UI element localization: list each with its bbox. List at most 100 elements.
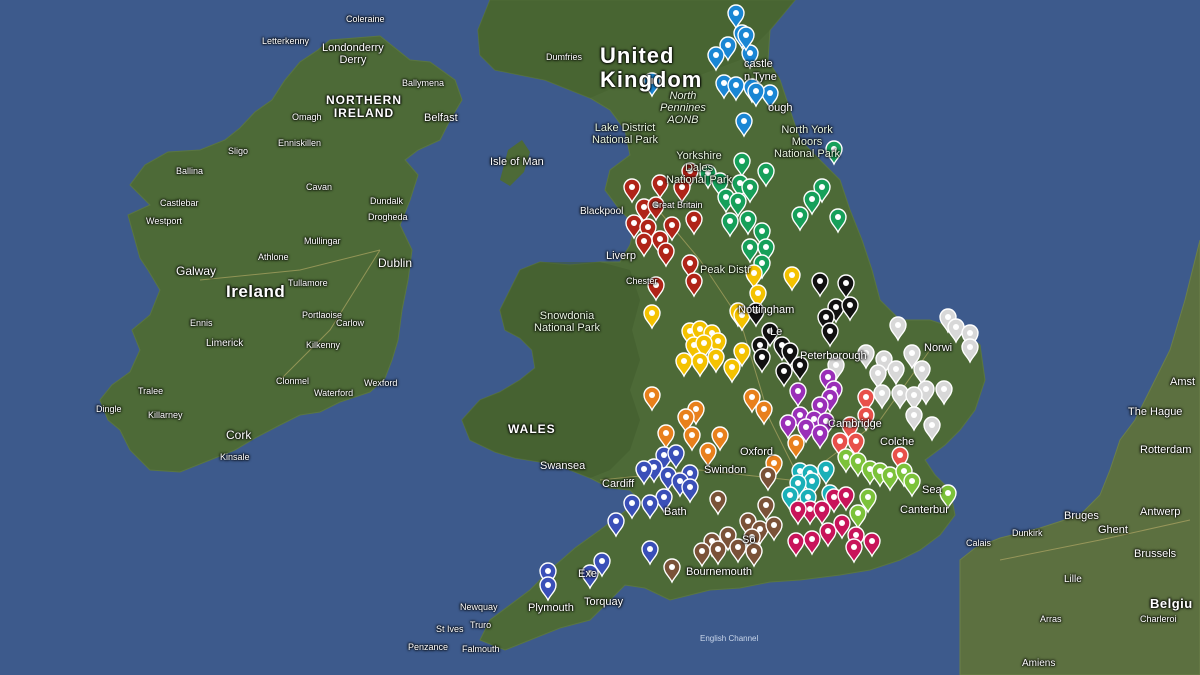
label-blackpool: Blackpool [580,206,624,217]
map-view[interactable]: United Kingdom Ireland WALES NORTHERN IR… [0,0,1200,675]
label-bournemouth: Bournemouth [686,566,753,578]
label-dingle: Dingle [96,404,122,414]
map-pin-east-white[interactable] [889,316,907,342]
map-pin-yorkshire-green[interactable] [721,212,739,238]
map-pin-brown[interactable] [745,542,763,568]
map-pin-light-green[interactable] [849,504,867,530]
map-pin-magenta[interactable] [837,486,855,512]
map-pin-brown[interactable] [709,540,727,566]
map-pin-north-west-red[interactable] [685,272,703,298]
map-pin-navy-blue[interactable] [635,460,653,486]
map-pin-purple[interactable] [789,382,807,408]
map-pin-light-green[interactable] [903,472,921,498]
label-cambridge: Cambridge [828,418,882,430]
map-pin-navy-blue[interactable] [641,540,659,566]
map-pin-north-west-red[interactable] [657,242,675,268]
map-pin-magenta[interactable] [819,522,837,548]
map-pin-north-yellow[interactable] [783,266,801,292]
map-pin-brown[interactable] [709,490,727,516]
label-amsterdam: Amst [1170,376,1196,388]
map-pin-east-midlands-black[interactable] [841,296,859,322]
map-pin-east-midlands-black[interactable] [753,348,771,374]
map-pin-north-west-red[interactable] [623,178,641,204]
map-pin-navy-blue[interactable] [667,444,685,470]
label-middlesbrough: ough [768,102,793,114]
label-newquay: Newquay [460,602,498,612]
map-pin-north-east-blue[interactable] [727,76,745,102]
map-pin-yorkshire-green[interactable] [791,206,809,232]
map-pin-north-east-blue[interactable] [747,82,765,108]
map-pin-purple[interactable] [811,424,829,450]
map-pin-east-white[interactable] [905,406,923,432]
label-athlone: Athlone [258,252,289,262]
map-pin-magenta[interactable] [803,530,821,556]
map-pin-north-yellow[interactable] [675,352,693,378]
label-newcastle: castle n Tyne [744,58,777,83]
map-pin-north-yellow[interactable] [691,352,709,378]
map-pin-navy-blue[interactable] [623,494,641,520]
label-bath: Bath [664,506,687,518]
map-pin-magenta[interactable] [787,532,805,558]
map-pin-east-white[interactable] [947,318,965,344]
map-pin-brown[interactable] [663,558,681,584]
map-pin-east-white[interactable] [873,384,891,410]
label-kinsale: Kinsale [220,452,250,462]
map-pin-magenta[interactable] [789,500,807,526]
map-pin-navy-blue[interactable] [641,494,659,520]
label-dublin: Dublin [378,256,413,270]
label-ghent: Ghent [1098,524,1128,536]
label-londonderry: Londonderry Derry [322,42,384,66]
map-pin-orange[interactable] [699,442,717,468]
label-penzance: Penzance [408,642,449,652]
map-pin-orange[interactable] [755,400,773,426]
map-pin-east-midlands-black[interactable] [837,274,855,300]
label-cardiff: Cardiff [602,478,635,490]
label-castlebar: Castlebar [160,198,199,208]
map-pin-yorkshire-green[interactable] [733,152,751,178]
map-pin-orange[interactable] [787,434,805,460]
label-ireland: Ireland [226,282,286,301]
map-pin-east-white[interactable] [935,380,953,406]
label-great-britain: Great Britain [652,200,703,210]
map-pin-orange[interactable] [683,426,701,452]
map-pin-magenta[interactable] [863,532,881,558]
map-pin-north-west-red[interactable] [685,210,703,236]
map-pin-east-white[interactable] [923,416,941,442]
label-plymouth: Plymouth [528,602,574,614]
map-pin-purple[interactable] [779,414,797,440]
map-pin-yorkshire-green[interactable] [829,208,847,234]
map-pin-brown[interactable] [757,496,775,522]
map-pin-north-east-blue[interactable] [707,46,725,72]
map-pin-brown[interactable] [693,542,711,568]
map-pin-yorkshire-green[interactable] [757,162,775,188]
map-pin-brown[interactable] [759,466,777,492]
map-pin-magenta[interactable] [845,538,863,564]
pins-layer [539,4,979,602]
label-belfast: Belfast [424,112,458,124]
label-mullingar: Mullingar [304,236,341,246]
map-pin-north-east-blue[interactable] [735,112,753,138]
map-pin-navy-blue[interactable] [539,576,557,602]
map-pin-orange[interactable] [643,386,661,412]
map-pin-east-midlands-black[interactable] [775,362,793,388]
map-pin-magenta[interactable] [813,500,831,526]
map-pin-east-midlands-black[interactable] [811,272,829,298]
map-pin-east-white[interactable] [961,338,979,364]
label-dunkirk: Dunkirk [1012,528,1043,538]
label-clonmel: Clonmel [276,376,310,386]
map-pin-east-midlands-black[interactable] [821,322,839,348]
label-swindon: Swindon [704,464,747,476]
label-ballymena: Ballymena [402,78,445,88]
label-omagh: Omagh [292,112,322,122]
map-pin-north-west-red[interactable] [635,232,653,258]
label-torquay: Torquay [584,596,624,608]
map-pin-north-yellow[interactable] [643,304,661,330]
map-pin-navy-blue[interactable] [681,478,699,504]
map-pin-north-yellow[interactable] [723,358,741,384]
map-pin-north-yellow[interactable] [707,348,725,374]
map-pin-navy-blue[interactable] [607,512,625,538]
map-pin-brown[interactable] [765,516,783,542]
label-killarney: Killarney [148,410,183,420]
map-pin-orange[interactable] [657,424,675,450]
map-pin-east-white[interactable] [887,360,905,386]
